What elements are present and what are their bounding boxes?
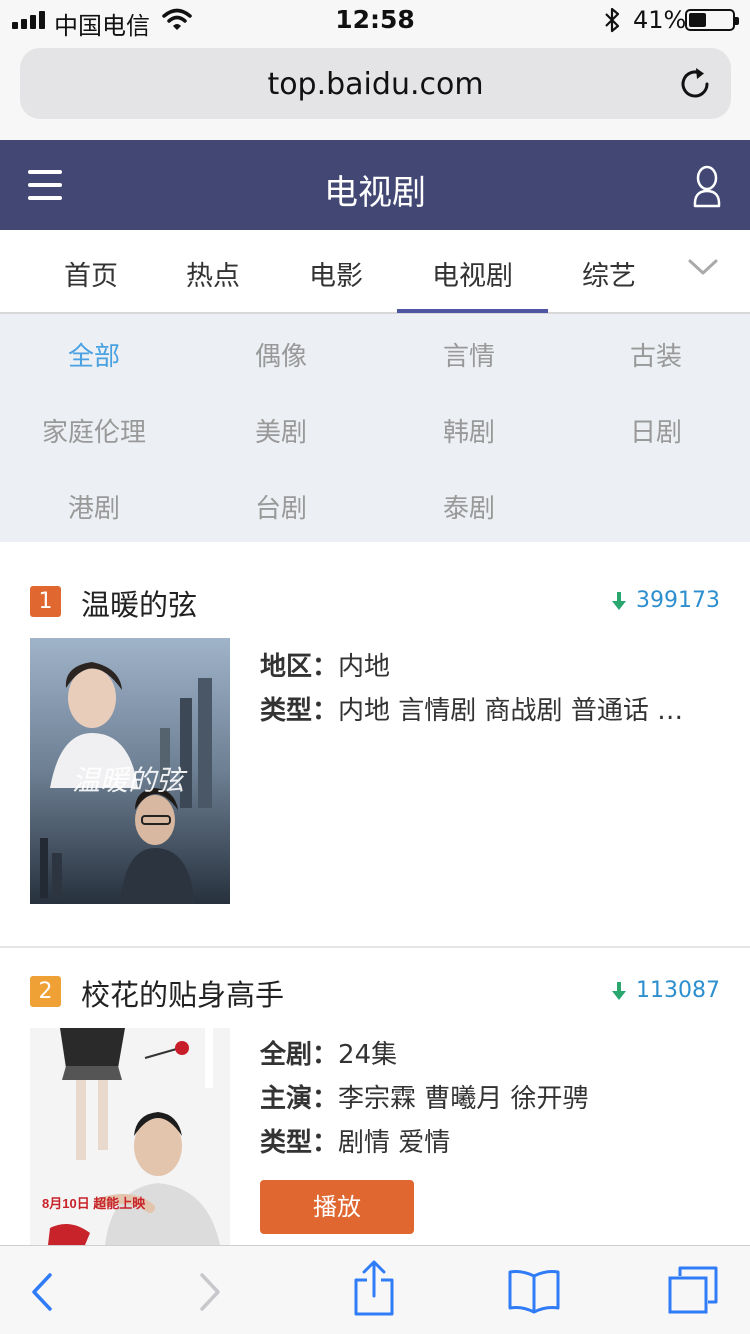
meta-label: 全剧 xyxy=(260,1040,313,1070)
reload-icon[interactable] xyxy=(679,66,713,102)
tab-movie[interactable]: 电影 xyxy=(279,254,393,293)
back-icon[interactable] xyxy=(30,1272,54,1312)
battery-icon xyxy=(685,9,739,31)
item-title[interactable]: 校花的贴身高手 xyxy=(81,972,284,1014)
meta-value: 内地 xyxy=(338,652,391,682)
tab-tv[interactable]: 电视剧 xyxy=(397,254,548,293)
poster-image[interactable]: 8月10日 超能上映 xyxy=(30,1028,230,1245)
bluetooth-icon xyxy=(605,7,620,33)
tabs-icon[interactable] xyxy=(666,1264,720,1316)
download-arrow-icon xyxy=(612,591,627,610)
poster-release-text: 8月10日 超能上映 xyxy=(42,1196,146,1211)
category-filter: 全部 偶像 言情 古装 家庭伦理 美剧 韩剧 日剧 港剧 台剧 泰剧 xyxy=(0,314,750,542)
category-all[interactable]: 全部 xyxy=(0,336,188,373)
category-hk-drama[interactable]: 港剧 xyxy=(0,488,188,525)
browser-address-area: top.baidu.com xyxy=(0,40,750,140)
meta-row: 类型：剧情 爱情 xyxy=(260,1128,451,1158)
meta-value: 李宗霖 曹曦月 徐开骋 xyxy=(338,1084,589,1114)
hot-count-value: 113087 xyxy=(636,978,720,1003)
rank-badge: 1 xyxy=(30,586,61,617)
category-thai-drama[interactable]: 泰剧 xyxy=(375,488,563,525)
category-japanese-drama[interactable]: 日剧 xyxy=(562,412,750,449)
meta-row: 全剧：24集 xyxy=(260,1040,398,1070)
meta-value: 剧情 爱情 xyxy=(338,1128,451,1158)
user-icon[interactable] xyxy=(692,164,722,208)
category-romance[interactable]: 言情 xyxy=(375,336,563,373)
url-text[interactable]: top.baidu.com xyxy=(20,67,731,102)
meta-row: 地区：内地 xyxy=(260,652,391,682)
poster-art: 温暖的弦 xyxy=(30,638,230,904)
download-arrow-icon xyxy=(612,981,627,1000)
meta-label: 地区 xyxy=(260,652,313,682)
battery-percent: 41% xyxy=(633,6,687,34)
list-item[interactable]: 2 校花的贴身高手 113087 8月10日 超能上映 全剧：24集 主演：李宗… xyxy=(0,948,750,1245)
status-bar: 中国电信 12:58 41% xyxy=(0,0,750,40)
meta-value: 内地 言情剧 商战剧 普通话 … xyxy=(338,696,684,726)
chevron-down-icon[interactable] xyxy=(688,254,718,280)
tab-home[interactable]: 首页 xyxy=(34,254,148,293)
category-korean-drama[interactable]: 韩剧 xyxy=(375,412,563,449)
meta-label: 类型 xyxy=(260,1128,313,1158)
play-button[interactable]: 播放 xyxy=(260,1180,414,1234)
hot-count-value: 399173 xyxy=(636,588,720,613)
category-us-drama[interactable]: 美剧 xyxy=(187,412,375,449)
poster-art: 8月10日 超能上映 xyxy=(30,1028,230,1245)
category-tw-drama[interactable]: 台剧 xyxy=(187,488,375,525)
bookmarks-icon[interactable] xyxy=(506,1268,562,1314)
category-idol[interactable]: 偶像 xyxy=(187,336,375,373)
nav-tabs: 首页 热点 电影 电视剧 综艺 xyxy=(0,230,750,314)
browser-toolbar xyxy=(0,1245,750,1334)
address-bar[interactable]: top.baidu.com xyxy=(20,48,731,119)
poster-image[interactable]: 温暖的弦 xyxy=(30,638,230,904)
tab-active-indicator xyxy=(397,309,548,313)
site-header: 电视剧 xyxy=(0,140,750,230)
hot-count: 113087 xyxy=(612,978,720,1003)
hot-count: 399173 xyxy=(612,588,720,613)
share-icon[interactable] xyxy=(352,1260,396,1316)
item-title[interactable]: 温暖的弦 xyxy=(81,582,197,624)
meta-label: 类型 xyxy=(260,696,313,726)
rank-badge: 2 xyxy=(30,976,61,1007)
meta-value: 24集 xyxy=(338,1040,398,1070)
tab-hot[interactable]: 热点 xyxy=(156,254,270,293)
meta-row: 类型：内地 言情剧 商战剧 普通话 … xyxy=(260,696,684,726)
tab-variety[interactable]: 综艺 xyxy=(552,254,666,293)
poster-title: 温暖的弦 xyxy=(72,764,188,797)
page-title: 电视剧 xyxy=(324,173,426,213)
category-family[interactable]: 家庭伦理 xyxy=(0,412,188,449)
list-item[interactable]: 1 温暖的弦 399173 温暖的弦 地区：内地 类型：内地 言情剧 商战剧 普… xyxy=(0,542,750,946)
forward-icon[interactable] xyxy=(198,1272,222,1312)
meta-label: 主演 xyxy=(260,1084,313,1114)
category-costume[interactable]: 古装 xyxy=(562,336,750,373)
meta-row: 主演：李宗霖 曹曦月 徐开骋 xyxy=(260,1084,589,1114)
